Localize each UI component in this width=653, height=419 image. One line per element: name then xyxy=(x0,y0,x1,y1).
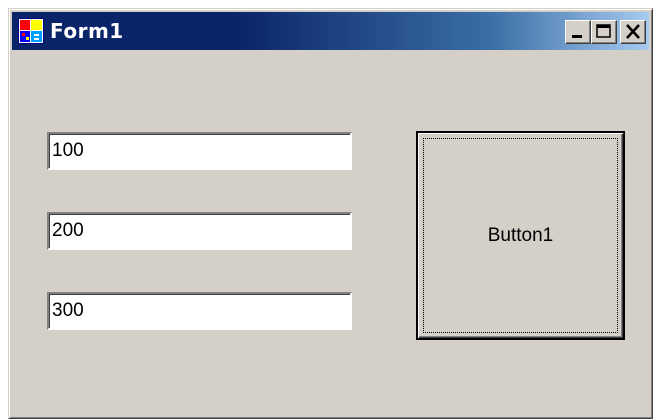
form-app-icon[interactable] xyxy=(18,18,44,44)
textbox-1[interactable] xyxy=(47,132,352,170)
minimize-button[interactable] xyxy=(565,20,591,44)
title-bar[interactable]: Form1 xyxy=(12,12,649,50)
textbox-3[interactable] xyxy=(47,292,352,330)
window-title: Form1 xyxy=(50,19,124,43)
button1-label: Button1 xyxy=(487,224,554,246)
close-icon xyxy=(626,24,640,39)
form1-window: Form1 Button1 xyxy=(8,8,653,419)
minimize-icon xyxy=(572,35,582,38)
textbox-2[interactable] xyxy=(47,212,352,250)
maximize-button[interactable] xyxy=(591,20,617,44)
button1[interactable]: Button1 xyxy=(416,131,625,340)
close-button[interactable] xyxy=(620,20,646,44)
maximize-icon xyxy=(596,24,611,38)
